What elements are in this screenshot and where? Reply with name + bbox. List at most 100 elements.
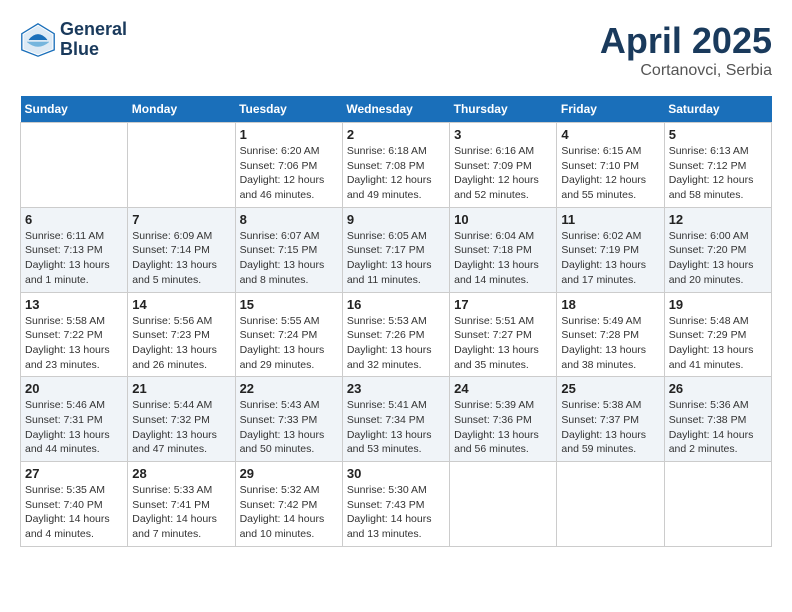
calendar-cell: [664, 462, 771, 547]
day-info: Sunrise: 6:16 AM Sunset: 7:09 PM Dayligh…: [454, 144, 552, 203]
day-number: 21: [132, 381, 230, 396]
day-number: 23: [347, 381, 445, 396]
calendar-cell: 7 Sunrise: 6:09 AM Sunset: 7:14 PM Daylig…: [128, 207, 235, 292]
day-info: Sunrise: 6:05 AM Sunset: 7:17 PM Dayligh…: [347, 229, 445, 288]
day-number: 13: [25, 297, 123, 312]
day-info: Sunrise: 5:41 AM Sunset: 7:34 PM Dayligh…: [347, 398, 445, 457]
day-info: Sunrise: 6:09 AM Sunset: 7:14 PM Dayligh…: [132, 229, 230, 288]
calendar-cell: 10 Sunrise: 6:04 AM Sunset: 7:18 PM Dayli…: [450, 207, 557, 292]
day-number: 22: [240, 381, 338, 396]
day-of-week-header: Monday: [128, 96, 235, 123]
day-number: 5: [669, 127, 767, 142]
day-number: 24: [454, 381, 552, 396]
day-number: 6: [25, 212, 123, 227]
calendar-cell: 29 Sunrise: 5:32 AM Sunset: 7:42 PM Dayli…: [235, 462, 342, 547]
day-number: 29: [240, 466, 338, 481]
calendar-cell: 21 Sunrise: 5:44 AM Sunset: 7:32 PM Dayli…: [128, 377, 235, 462]
location: Cortanovci, Serbia: [600, 62, 772, 80]
day-number: 19: [669, 297, 767, 312]
day-number: 25: [561, 381, 659, 396]
day-info: Sunrise: 5:38 AM Sunset: 7:37 PM Dayligh…: [561, 398, 659, 457]
calendar-cell: [450, 462, 557, 547]
calendar-cell: 19 Sunrise: 5:48 AM Sunset: 7:29 PM Dayli…: [664, 292, 771, 377]
day-number: 26: [669, 381, 767, 396]
calendar-week-row: 20 Sunrise: 5:46 AM Sunset: 7:31 PM Dayli…: [21, 377, 772, 462]
title-block: April 2025 Cortanovci, Serbia: [600, 20, 772, 80]
calendar-cell: 15Sunrise: 5:55 AM Sunset: 7:24 PM Dayli…: [235, 292, 342, 377]
day-info: Sunrise: 5:30 AM Sunset: 7:43 PM Dayligh…: [347, 483, 445, 542]
day-info: Sunrise: 6:18 AM Sunset: 7:08 PM Dayligh…: [347, 144, 445, 203]
day-info: Sunrise: 5:56 AM Sunset: 7:23 PM Dayligh…: [132, 314, 230, 373]
day-number: 27: [25, 466, 123, 481]
calendar-cell: 28Sunrise: 5:33 AM Sunset: 7:41 PM Dayli…: [128, 462, 235, 547]
day-number: 12: [669, 212, 767, 227]
day-info: Sunrise: 6:00 AM Sunset: 7:20 PM Dayligh…: [669, 229, 767, 288]
logo-text: General Blue: [60, 20, 127, 60]
logo: General Blue: [20, 20, 127, 60]
calendar-cell: 6Sunrise: 6:11 AM Sunset: 7:13 PM Daylig…: [21, 207, 128, 292]
calendar-cell: [128, 123, 235, 208]
day-of-week-header: Tuesday: [235, 96, 342, 123]
calendar-cell: 24Sunrise: 5:39 AM Sunset: 7:36 PM Dayli…: [450, 377, 557, 462]
day-info: Sunrise: 5:44 AM Sunset: 7:32 PM Dayligh…: [132, 398, 230, 457]
day-number: 4: [561, 127, 659, 142]
calendar-cell: 12 Sunrise: 6:00 AM Sunset: 7:20 PM Dayli…: [664, 207, 771, 292]
day-info: Sunrise: 5:55 AM Sunset: 7:24 PM Dayligh…: [240, 314, 338, 373]
calendar-cell: 9Sunrise: 6:05 AM Sunset: 7:17 PM Daylig…: [342, 207, 449, 292]
day-number: 11: [561, 212, 659, 227]
day-info: Sunrise: 5:35 AM Sunset: 7:40 PM Dayligh…: [25, 483, 123, 542]
calendar-cell: 1Sunrise: 6:20 AM Sunset: 7:06 PM Daylig…: [235, 123, 342, 208]
day-info: Sunrise: 5:46 AM Sunset: 7:31 PM Dayligh…: [25, 398, 123, 457]
day-number: 2: [347, 127, 445, 142]
calendar-cell: 23 Sunrise: 5:41 AM Sunset: 7:34 PM Dayli…: [342, 377, 449, 462]
day-info: Sunrise: 5:32 AM Sunset: 7:42 PM Dayligh…: [240, 483, 338, 542]
day-info: Sunrise: 6:02 AM Sunset: 7:19 PM Dayligh…: [561, 229, 659, 288]
day-info: Sunrise: 6:15 AM Sunset: 7:10 PM Dayligh…: [561, 144, 659, 203]
day-number: 7: [132, 212, 230, 227]
day-number: 28: [132, 466, 230, 481]
day-info: Sunrise: 6:04 AM Sunset: 7:18 PM Dayligh…: [454, 229, 552, 288]
day-number: 20: [25, 381, 123, 396]
calendar-cell: 3Sunrise: 6:16 AM Sunset: 7:09 PM Daylig…: [450, 123, 557, 208]
day-number: 8: [240, 212, 338, 227]
calendar-week-row: 27 Sunrise: 5:35 AM Sunset: 7:40 PM Dayli…: [21, 462, 772, 547]
calendar-cell: 8 Sunrise: 6:07 AM Sunset: 7:15 PM Daylig…: [235, 207, 342, 292]
calendar-cell: 30 Sunrise: 5:30 AM Sunset: 7:43 PM Dayli…: [342, 462, 449, 547]
day-info: Sunrise: 6:13 AM Sunset: 7:12 PM Dayligh…: [669, 144, 767, 203]
calendar-cell: 4 Sunrise: 6:15 AM Sunset: 7:10 PM Daylig…: [557, 123, 664, 208]
calendar-cell: 11 Sunrise: 6:02 AM Sunset: 7:19 PM Dayli…: [557, 207, 664, 292]
day-info: Sunrise: 6:07 AM Sunset: 7:15 PM Dayligh…: [240, 229, 338, 288]
logo-icon: [20, 22, 56, 58]
day-of-week-header: Sunday: [21, 96, 128, 123]
day-number: 16: [347, 297, 445, 312]
calendar-week-row: 6Sunrise: 6:11 AM Sunset: 7:13 PM Daylig…: [21, 207, 772, 292]
day-number: 1: [240, 127, 338, 142]
calendar-table: SundayMondayTuesdayWednesdayThursdayFrid…: [20, 96, 772, 547]
day-of-week-header: Friday: [557, 96, 664, 123]
calendar-cell: [557, 462, 664, 547]
day-info: Sunrise: 5:43 AM Sunset: 7:33 PM Dayligh…: [240, 398, 338, 457]
day-info: Sunrise: 5:51 AM Sunset: 7:27 PM Dayligh…: [454, 314, 552, 373]
day-number: 10: [454, 212, 552, 227]
calendar-cell: 16 Sunrise: 5:53 AM Sunset: 7:26 PM Dayli…: [342, 292, 449, 377]
calendar-cell: 14 Sunrise: 5:56 AM Sunset: 7:23 PM Dayli…: [128, 292, 235, 377]
calendar-cell: 26 Sunrise: 5:36 AM Sunset: 7:38 PM Dayli…: [664, 377, 771, 462]
calendar-cell: 5 Sunrise: 6:13 AM Sunset: 7:12 PM Daylig…: [664, 123, 771, 208]
day-of-week-header: Thursday: [450, 96, 557, 123]
calendar-cell: 20 Sunrise: 5:46 AM Sunset: 7:31 PM Dayli…: [21, 377, 128, 462]
day-number: 30: [347, 466, 445, 481]
day-info: Sunrise: 5:58 AM Sunset: 7:22 PM Dayligh…: [25, 314, 123, 373]
day-info: Sunrise: 5:48 AM Sunset: 7:29 PM Dayligh…: [669, 314, 767, 373]
calendar-cell: 27 Sunrise: 5:35 AM Sunset: 7:40 PM Dayli…: [21, 462, 128, 547]
calendar-cell: 22 Sunrise: 5:43 AM Sunset: 7:33 PM Dayli…: [235, 377, 342, 462]
calendar-cell: 2 Sunrise: 6:18 AM Sunset: 7:08 PM Daylig…: [342, 123, 449, 208]
page-header: General Blue April 2025 Cortanovci, Serb…: [20, 20, 772, 80]
day-info: Sunrise: 5:36 AM Sunset: 7:38 PM Dayligh…: [669, 398, 767, 457]
day-info: Sunrise: 5:49 AM Sunset: 7:28 PM Dayligh…: [561, 314, 659, 373]
calendar-header-row: SundayMondayTuesdayWednesdayThursdayFrid…: [21, 96, 772, 123]
day-number: 14: [132, 297, 230, 312]
day-info: Sunrise: 5:53 AM Sunset: 7:26 PM Dayligh…: [347, 314, 445, 373]
calendar-cell: 25 Sunrise: 5:38 AM Sunset: 7:37 PM Dayli…: [557, 377, 664, 462]
day-number: 17: [454, 297, 552, 312]
month-title: April 2025: [600, 20, 772, 62]
